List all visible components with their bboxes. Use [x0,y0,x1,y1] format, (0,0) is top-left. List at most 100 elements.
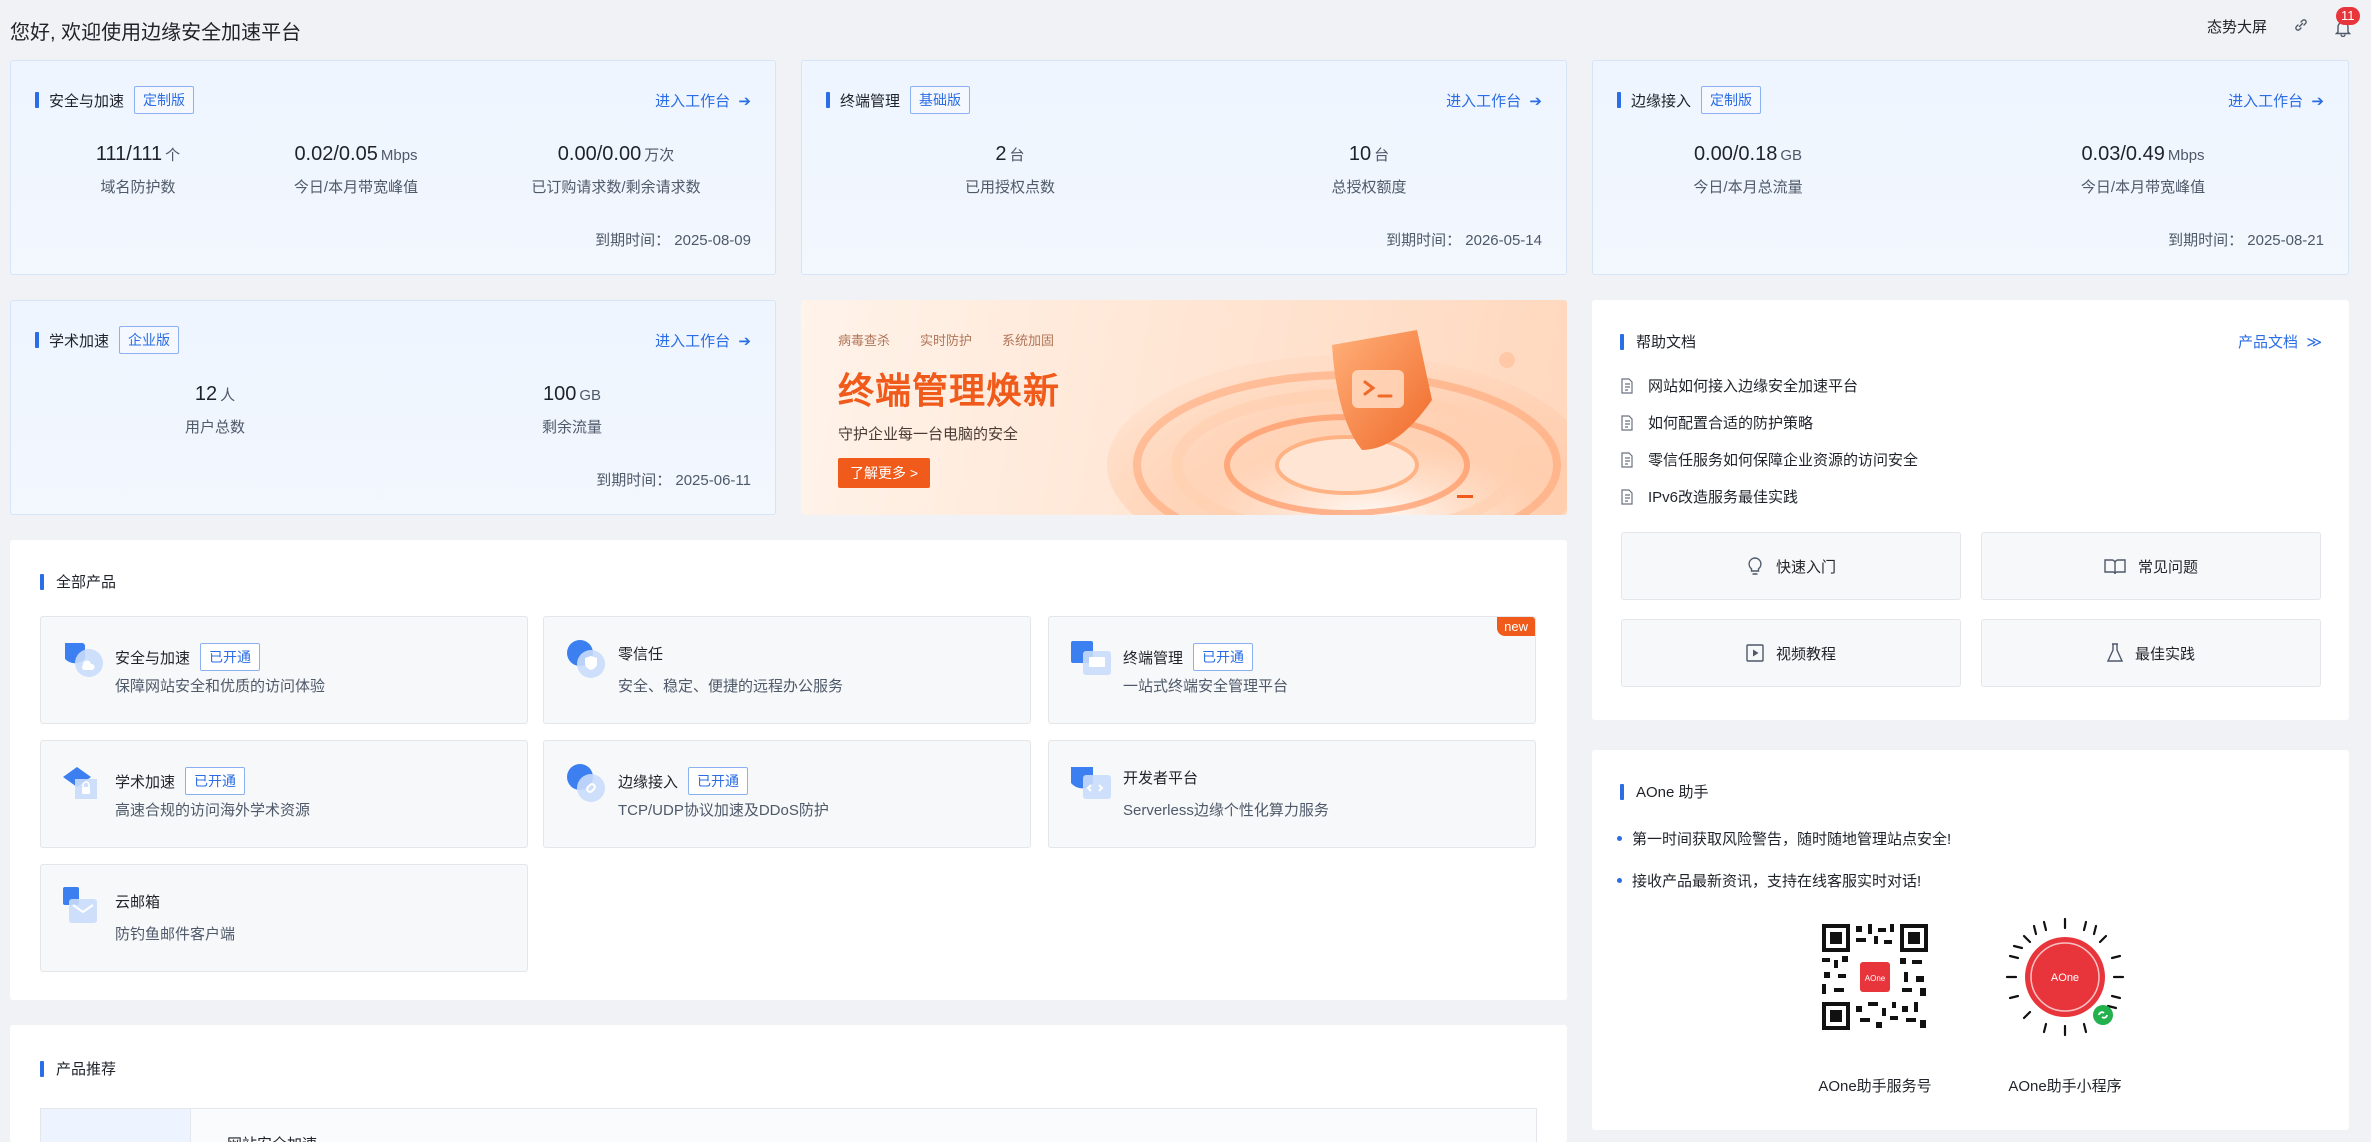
shield-illustration [1107,330,1567,515]
enter-workspace-link[interactable]: 进入工作台 ➔ [655,330,751,351]
card-title: 学术加速 [49,332,110,350]
promo-banner[interactable]: 病毒查杀 实时防护 系统加固 终端管理焕新 守护企业每一台电脑的安全 了解更多 … [801,300,1567,515]
recommend-title: 产品推荐 [56,1061,117,1078]
learn-more-button[interactable]: 了解更多 > [838,458,931,488]
product-docs-link[interactable]: 产品文档 ≫ [2238,331,2322,352]
title-marker [1620,333,1624,350]
status-tag: 已开通 [200,643,261,671]
banner-subtitle: 守护企业每一台电脑的安全 [838,426,1019,443]
recommend-sidebar [41,1109,191,1142]
double-chevron-right-icon: ≫ [2302,334,2323,351]
metric: 0.00/0.18 GB 今日/本月总流量 [1693,143,1803,196]
enter-workspace-link[interactable]: 进入工作台 ➔ [1446,90,1542,111]
page-title: 您好, 欢迎使用边缘安全加速平台 [10,22,302,44]
mini-program-code: AOne [2005,917,2125,1037]
qr-caption: AOne助手服务号 [1818,1078,1932,1095]
title-marker [35,92,39,108]
card-title: 终端管理 [840,92,901,110]
help-header: 帮助文档 [1620,331,1696,352]
qr-caption: AOne助手小程序 [2008,1078,2122,1095]
link-icon[interactable] [2293,17,2309,37]
monitor-icon [1071,641,1111,675]
metric: 2台 已用授权点数 [964,143,1055,196]
product-desc: 防钓鱼邮件客户端 [115,926,236,943]
document-icon [1621,377,1633,394]
product-card-security-acceleration[interactable]: 安全与加速 已开通 保障网站安全和优质的访问体验 [40,616,528,724]
help-doc-item[interactable]: 如何配置合适的防护策略 [1620,412,1813,433]
title-marker [40,573,44,590]
banner-tag: 病毒查杀 [838,333,891,348]
arrow-right-icon: ➔ [1525,93,1542,110]
product-card-endpoint-management[interactable]: 终端管理 已开通 一站式终端安全管理平台 new [1048,616,1536,724]
title-marker [40,1060,44,1077]
banner-tag: 实时防护 [920,333,973,348]
edition-tag: 基础版 [910,86,971,114]
product-name: 云邮箱 [115,894,161,911]
lightbulb-icon [1748,557,1762,575]
service-card-security: 安全与加速 定制版 进入工作台 ➔ 111/111 个 域名防护数 0.02/0.… [10,60,776,275]
book-icon [2104,559,2126,575]
best-practice-button[interactable]: 最佳实践 [1981,619,2321,687]
help-doc-item[interactable]: 零信任服务如何保障企业资源的访问安全 [1620,449,1918,470]
product-name: 安全与加速 [115,649,191,667]
help-title: 帮助文档 [1636,334,1697,351]
metric: 0.03/0.49 Mbps 今日/本月带宽峰值 [2080,143,2206,196]
card-header: 边缘接入 定制版 [1617,86,1762,114]
title-marker [35,332,39,348]
new-badge: new [1497,617,1535,636]
top-actions: 态势大屏 11 [2207,6,2360,37]
enter-workspace-link[interactable]: 进入工作台 ➔ [2228,90,2324,111]
cloud-shield-icon [65,643,103,677]
edge-link-icon [567,764,605,802]
service-card-endpoint: 终端管理 基础版 进入工作台 ➔ 2台 已用授权点数 10 台 总授权额度 到期时… [801,60,1567,275]
document-icon [1621,451,1633,468]
status-tag: 已开通 [688,767,749,795]
play-icon [1746,644,1764,662]
notification-button[interactable]: 11 [2335,6,2360,37]
edition-tag: 定制版 [134,86,195,114]
expire-time: 到期时间： 2025-06-11 [596,472,751,489]
carousel-indicator[interactable] [1457,495,1473,498]
metric: 0.00/0.00 万次 已订购请求数/剩余请求数 [531,143,701,196]
help-doc-item[interactable]: IPv6改造服务最佳实践 [1620,486,1798,507]
video-tutorial-button[interactable]: 视频教程 [1621,619,1961,687]
product-name: 学术加速 [115,773,176,791]
faq-button[interactable]: 常见问题 [1981,532,2321,600]
product-card-developer-platform[interactable]: 开发者平台 Serverless边缘个性化算力服务 [1048,740,1536,848]
product-card-edge-access[interactable]: 边缘接入 已开通 TCP/UDP协议加速及DDoS防护 [543,740,1031,848]
product-desc: 高速合规的访问海外学术资源 [115,802,311,819]
academic-lock-icon [63,767,97,799]
edition-tag: 企业版 [119,326,180,354]
qr-code-service-account: AOne [1820,922,1930,1032]
product-card-academic-acceleration[interactable]: 学术加速 已开通 高速合规的访问海外学术资源 [40,740,528,848]
document-icon [1621,414,1633,431]
expire-time: 到期时间： 2026-05-14 [1386,232,1542,249]
help-doc-item[interactable]: 网站如何接入边缘安全加速平台 [1620,375,1858,396]
product-desc: 保障网站安全和优质的访问体验 [115,678,326,695]
mail-icon [63,887,97,923]
card-header: 学术加速 企业版 [35,326,180,354]
arrow-right-icon: ➔ [2307,93,2324,110]
product-card-cloud-mail[interactable]: 云邮箱 防钓鱼邮件客户端 [40,864,528,972]
title-marker [1617,92,1621,108]
enter-workspace-link[interactable]: 进入工作台 ➔ [655,90,751,111]
title-marker [1620,783,1624,800]
aone-bullet: 第一时间获取风险警告，随时随地管理站点安全! [1617,828,1951,849]
products-title: 全部产品 [56,574,117,591]
product-desc: 安全、稳定、便捷的远程办公服务 [618,678,844,695]
metric: 0.02/0.05 Mbps 今日/本月带宽峰值 [293,143,419,196]
service-card-edge-access: 边缘接入 定制版 进入工作台 ➔ 0.00/0.18 GB 今日/本月总流量 0.… [1592,60,2349,275]
top-bar: 您好, 欢迎使用边缘安全加速平台 态势大屏 11 [0,0,2371,58]
arrow-right-icon: ➔ [734,333,751,350]
flask-icon [2106,643,2123,662]
big-screen-link[interactable]: 态势大屏 [2207,16,2267,37]
product-name: 开发者平台 [1123,770,1199,787]
svg-text:AOne: AOne [2051,972,2079,984]
title-marker [826,92,830,108]
status-tag: 已开通 [185,767,246,795]
product-card-zero-trust[interactable]: 零信任 安全、稳定、便捷的远程办公服务 [543,616,1031,724]
quick-start-button[interactable]: 快速入门 [1621,532,1961,600]
expire-time: 到期时间： 2025-08-21 [2168,232,2324,249]
status-tag: 已开通 [1193,643,1254,671]
zero-trust-icon [567,640,605,678]
